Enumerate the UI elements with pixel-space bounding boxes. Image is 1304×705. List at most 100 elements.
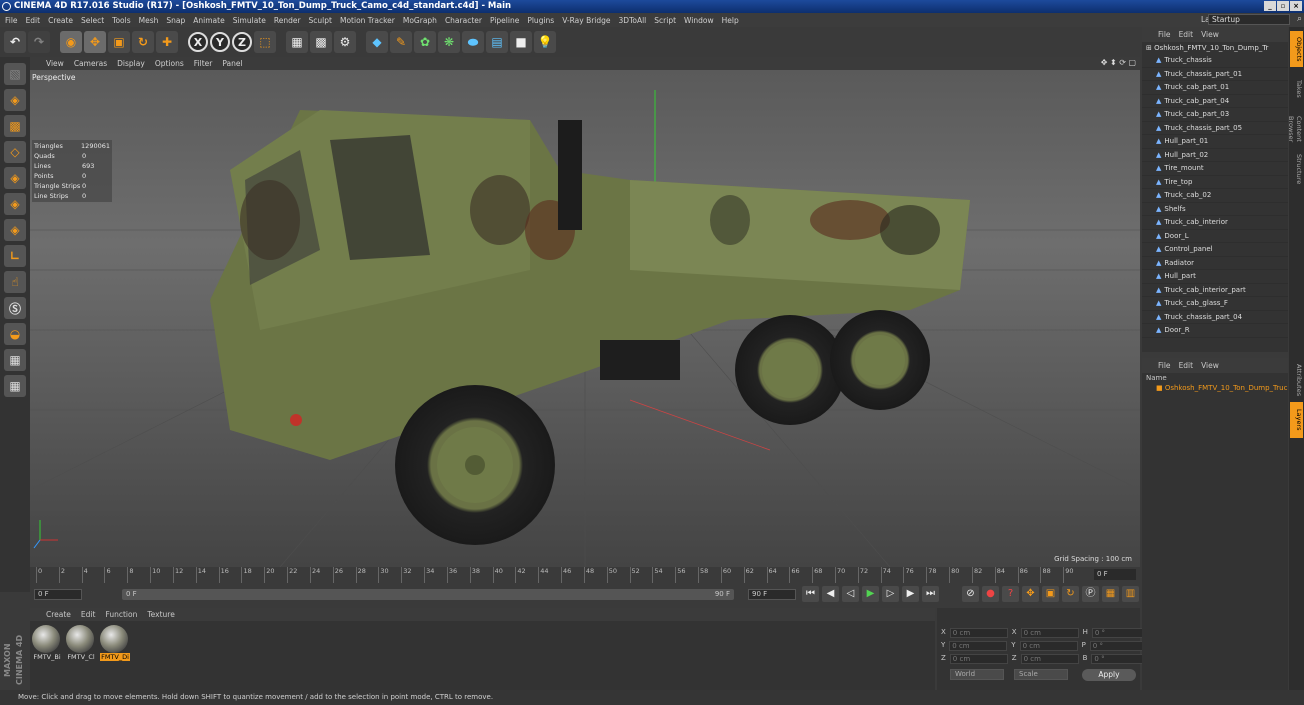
menu-3dtoall[interactable]: 3DToAll: [619, 16, 647, 25]
key-position-icon[interactable]: ✥: [1022, 586, 1039, 602]
tweak-mode-icon[interactable]: ☝: [4, 271, 26, 293]
menu-v-ray-bridge[interactable]: V-Ray Bridge: [562, 16, 610, 25]
object-root[interactable]: ⊞ Oshkosh_FMTV_10_Ton_Dump_Tr: [1142, 42, 1288, 54]
layer-menu-view[interactable]: View: [1201, 358, 1219, 373]
object-tree-item[interactable]: ▲ Truck_cab_part_04: [1142, 95, 1288, 108]
y-axis-lock-icon[interactable]: Y: [210, 32, 230, 52]
viewport[interactable]: View Cameras Display Options Filter Panel ✥ ⬍…: [30, 57, 1140, 567]
object-menu-view[interactable]: View: [1201, 27, 1219, 42]
object-tree-item[interactable]: ▲ Truck_chassis_part_04: [1142, 311, 1288, 324]
material-menu-texture[interactable]: Texture: [147, 608, 174, 621]
render-picture-viewer-icon[interactable]: ▩: [310, 31, 332, 53]
object-tree-item[interactable]: ▲ Truck_cab_part_03: [1142, 108, 1288, 122]
layer-row[interactable]: ■ Oshkosh_FMTV_10_Ton_Dump_Truc: [1142, 384, 1288, 392]
x-axis-lock-icon[interactable]: X: [188, 32, 208, 52]
coordinate-field[interactable]: 0 cm: [1020, 628, 1079, 638]
step-forward-icon[interactable]: ▷: [882, 586, 899, 602]
material-menu-edit[interactable]: Edit: [81, 608, 96, 621]
coordinate-field[interactable]: 0 cm: [1019, 641, 1078, 651]
light-icon[interactable]: 💡: [534, 31, 556, 53]
layer-menu-file[interactable]: File: [1158, 358, 1171, 373]
menu-edit[interactable]: Edit: [26, 16, 41, 25]
layout-select[interactable]: Startup: [1208, 14, 1290, 25]
step-back-icon[interactable]: ◁: [842, 586, 859, 602]
side-tab-attributes[interactable]: Attributes: [1290, 362, 1303, 398]
pen-icon[interactable]: ✎: [390, 31, 412, 53]
object-tree-item[interactable]: ▲ Truck_cab_interior_part: [1142, 284, 1288, 297]
layer-menu-edit[interactable]: Edit: [1179, 358, 1194, 373]
menu-mograph[interactable]: MoGraph: [403, 16, 437, 25]
object-tree-item[interactable]: ▲ Door_L: [1142, 230, 1288, 243]
menu-help[interactable]: Help: [722, 16, 739, 25]
snapping-icon[interactable]: Ⓢ: [4, 297, 26, 319]
maximize-button[interactable]: ▫: [1277, 1, 1289, 11]
object-tree-item[interactable]: ▲ Door_R: [1142, 324, 1288, 338]
deformer-icon[interactable]: ⬬: [462, 31, 484, 53]
motion-record-icon[interactable]: [942, 586, 959, 602]
points-mode-icon[interactable]: ◈: [4, 167, 26, 189]
material-menu-create[interactable]: Create: [46, 608, 71, 621]
menu-render[interactable]: Render: [274, 16, 301, 25]
menu-select[interactable]: Select: [81, 16, 104, 25]
object-menu-file[interactable]: File: [1158, 27, 1171, 42]
viewport-menu-panel[interactable]: Panel: [222, 57, 242, 70]
render-view-icon[interactable]: ▦: [286, 31, 308, 53]
coordinate-field[interactable]: 0 cm: [949, 628, 1008, 638]
end-frame-field[interactable]: 90 F: [748, 589, 796, 600]
autokey-icon[interactable]: ●: [982, 586, 999, 602]
next-key-icon[interactable]: ▶: [902, 586, 919, 602]
timeline-window-icon[interactable]: ▥: [1122, 586, 1139, 602]
play-icon[interactable]: ▶: [862, 586, 879, 602]
start-frame-field[interactable]: 0 F: [34, 589, 82, 600]
planar-workplane-icon[interactable]: ▦: [4, 375, 26, 397]
edges-mode-icon[interactable]: ◈: [4, 193, 26, 215]
menu-file[interactable]: File: [5, 16, 18, 25]
object-tree-item[interactable]: ▲ Tire_top: [1142, 176, 1288, 189]
texture-mode-icon[interactable]: ▩: [4, 115, 26, 137]
object-tree-item[interactable]: ▲ Hull_part_02: [1142, 149, 1288, 162]
minimize-button[interactable]: _: [1264, 1, 1276, 11]
object-tree-item[interactable]: ▲ Truck_chassis_part_05: [1142, 122, 1288, 135]
menu-window[interactable]: Window: [684, 16, 714, 25]
side-tab-structure[interactable]: Structure: [1290, 151, 1303, 187]
material-swatch[interactable]: FMTV_Cl: [66, 625, 96, 661]
coordinate-mode-select[interactable]: World: [950, 669, 1004, 680]
redo-icon[interactable]: ↷: [28, 31, 50, 53]
array-icon[interactable]: ❋: [438, 31, 460, 53]
camera-icon[interactable]: ■: [510, 31, 532, 53]
coordinate-scale-select[interactable]: Scale: [1014, 669, 1068, 680]
material-swatch[interactable]: FMTV_Bi: [32, 625, 62, 661]
cube-icon[interactable]: ◆: [366, 31, 388, 53]
coordinate-field[interactable]: 0 cm: [949, 654, 1008, 664]
menu-character[interactable]: Character: [445, 16, 482, 25]
side-tab-objects[interactable]: Objects: [1290, 31, 1303, 67]
current-frame[interactable]: 0 F: [1094, 569, 1136, 580]
coordinate-field[interactable]: 0 °: [1089, 641, 1148, 651]
object-tree-item[interactable]: ▲ Truck_cab_part_01: [1142, 81, 1288, 95]
timeline-ruler[interactable]: 0 2 4 6 8 10 12 14 16 18 20 22 24 26 28 30 32 34 36 38 40 42 4…: [30, 567, 1140, 583]
go-to-end-icon[interactable]: ⏭: [922, 586, 939, 602]
object-tree-item[interactable]: ▲ Truck_cab_glass_F: [1142, 297, 1288, 311]
recent-tool-icon[interactable]: ✚: [156, 31, 178, 53]
make-editable-icon[interactable]: ▧: [4, 63, 26, 85]
object-tree-item[interactable]: ▲ Radiator: [1142, 257, 1288, 270]
frame-range-slider[interactable]: 0 F 90 F: [122, 589, 734, 600]
object-menu-edit[interactable]: Edit: [1179, 27, 1194, 42]
model-mode-icon[interactable]: ◈: [4, 89, 26, 111]
live-selection-icon[interactable]: ◉: [60, 31, 82, 53]
side-tab-takes[interactable]: Takes: [1290, 71, 1303, 107]
coordinate-field[interactable]: 0 cm: [949, 641, 1008, 651]
workplane-icon[interactable]: ◇: [4, 141, 26, 163]
object-tree-item[interactable]: ▲ Control_panel: [1142, 243, 1288, 257]
undo-icon[interactable]: ↶: [4, 31, 26, 53]
object-tree-item[interactable]: ▲ Tire_mount: [1142, 162, 1288, 176]
go-to-start-icon[interactable]: ⏮: [802, 586, 819, 602]
object-tree-item[interactable]: ▲ Hull_part: [1142, 270, 1288, 284]
floor-icon[interactable]: ▤: [486, 31, 508, 53]
key-scale-icon[interactable]: ▣: [1042, 586, 1059, 602]
scale-tool-icon[interactable]: ▣: [108, 31, 130, 53]
viewport-menu-options[interactable]: Options: [155, 57, 184, 70]
object-tree-item[interactable]: ▲ Truck_chassis_part_01: [1142, 68, 1288, 81]
subdivision-icon[interactable]: ✿: [414, 31, 436, 53]
menu-pipeline[interactable]: Pipeline: [490, 16, 519, 25]
